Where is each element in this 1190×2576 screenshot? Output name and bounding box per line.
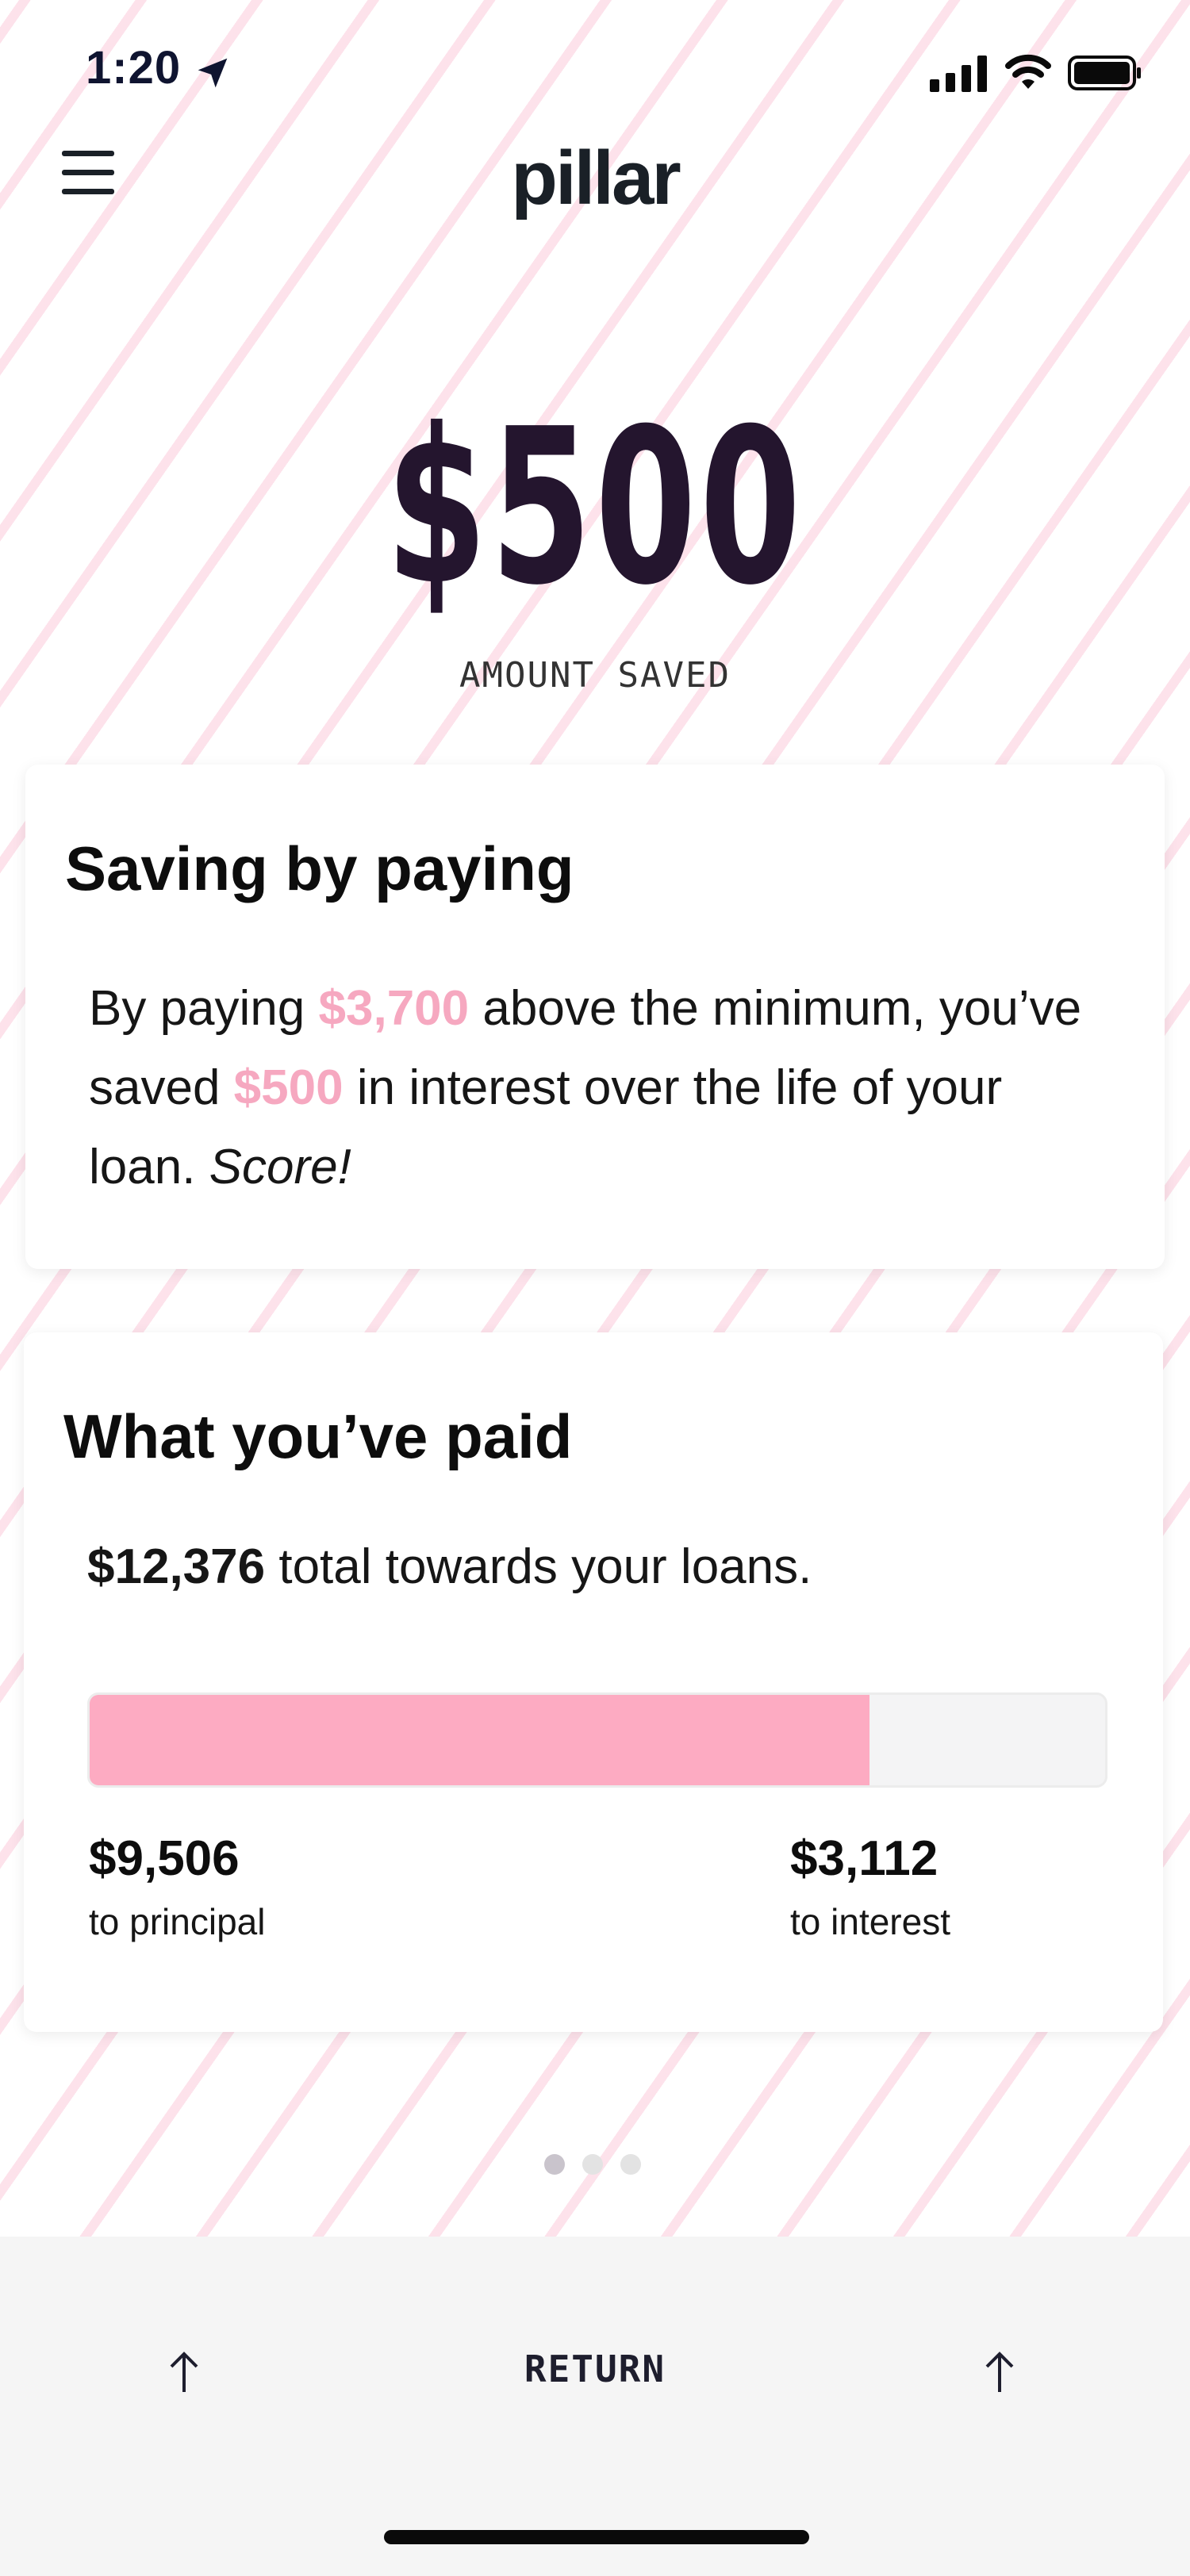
paid-card-title: What you’ve paid [63,1401,573,1471]
total-paid-amount: $12,376 [87,1539,266,1594]
amount-saved-label: AMOUNT SAVED [459,655,731,696]
principal-fill [90,1695,870,1785]
interest-saved-amount: $500 [233,1060,344,1115]
app-logo: pillar [511,136,681,220]
interest-value: $3,112 [790,1831,939,1886]
status-bar: 1:20 [0,0,1190,143]
page-dot[interactable] [582,2154,603,2175]
principal-label: to principal [89,1901,266,1942]
score-emphasis: Score! [209,1140,351,1194]
principal-value: $9,506 [89,1831,240,1886]
amount-saved-value: $500 [386,382,804,632]
signal-icon [930,56,987,92]
interest-label: to interest [790,1901,950,1942]
saving-card-title: Saving by paying [65,834,574,903]
up-arrow-icon[interactable] [982,2351,1017,2394]
location-arrow-icon [198,58,228,88]
payment-split-bar [87,1692,1107,1788]
wifi-icon [1005,54,1051,89]
page-dot[interactable] [544,2154,565,2175]
total-paid-suffix: total towards your loans. [265,1539,812,1594]
amount-above-minimum: $3,700 [318,981,470,1036]
page-dot[interactable] [620,2154,641,2175]
status-time: 1:20 [86,42,182,94]
page-indicator [544,2154,647,2178]
saving-card-text: By paying $3,700 above the minimum, you’… [89,969,1120,1207]
saving-text-part: By paying [89,981,319,1036]
battery-icon [1068,56,1141,90]
home-indicator [384,2530,809,2544]
total-paid-line: $12,376 total towards your loans. [87,1539,812,1595]
bottom-bar [0,2237,1190,2576]
